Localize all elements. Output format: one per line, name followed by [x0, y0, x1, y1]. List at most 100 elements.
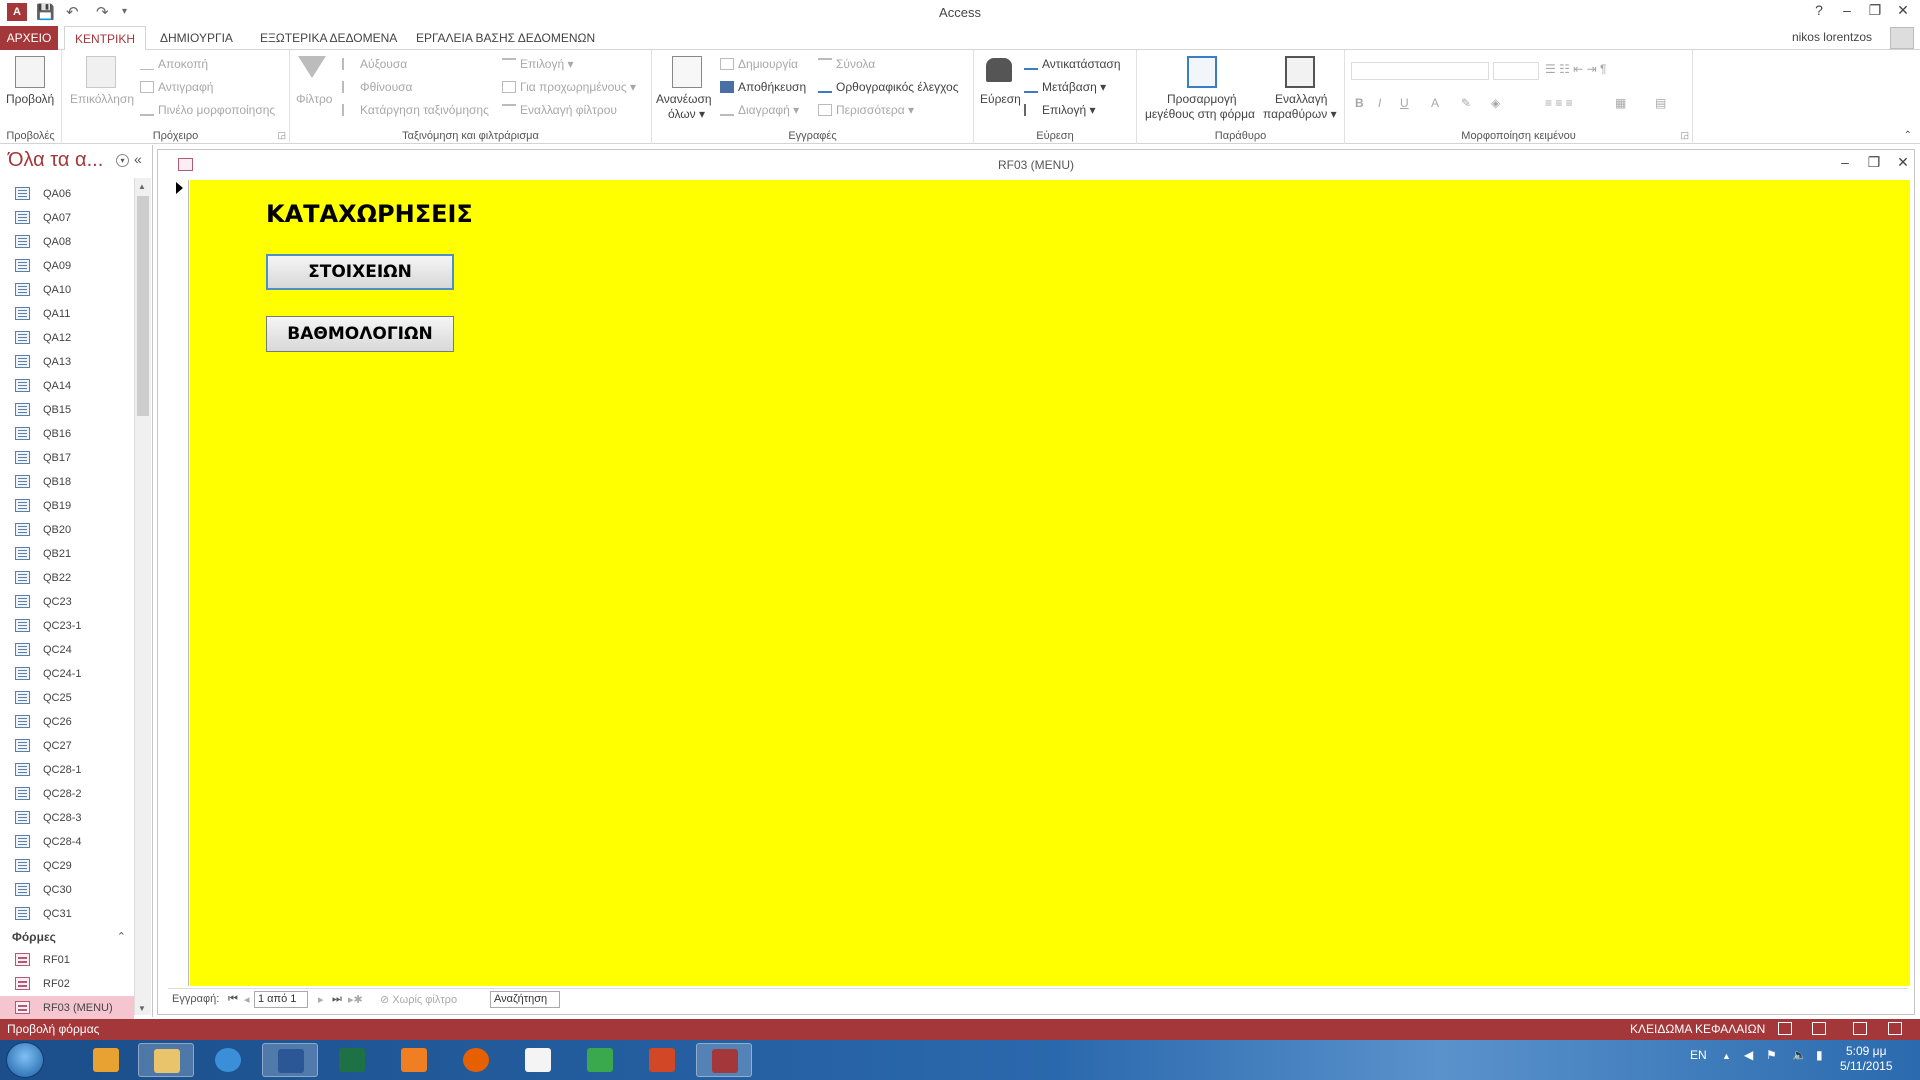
- form-view-icon[interactable]: [1778, 1022, 1792, 1035]
- save-record-button[interactable]: Αποθήκευση: [720, 80, 806, 94]
- more-records-button[interactable]: Περισσότερα ▾: [818, 103, 914, 117]
- tab-database-tools[interactable]: ΕΡΓΑΛΕΙΑ ΒΑΣΗΣ ΔΕΔΟΜΕΝΩΝ: [406, 26, 605, 50]
- restore-button[interactable]: ❐: [1861, 2, 1889, 19]
- view-icon[interactable]: [15, 56, 45, 88]
- nav-query-item[interactable]: QC24: [0, 638, 134, 662]
- start-button-icon[interactable]: [6, 1042, 44, 1078]
- text-formatting-launcher-icon[interactable]: ◲: [1680, 130, 1689, 141]
- power-icon[interactable]: ▮: [1816, 1048, 1823, 1062]
- nav-query-item[interactable]: QB15: [0, 398, 134, 422]
- nav-query-item[interactable]: QB21: [0, 542, 134, 566]
- nav-query-item[interactable]: QC30: [0, 878, 134, 902]
- bold-button[interactable]: B: [1355, 96, 1364, 110]
- size-to-fit-label[interactable]: μεγέθους στη φόρμα: [1145, 107, 1255, 121]
- nav-query-item[interactable]: QB22: [0, 566, 134, 590]
- selection-button[interactable]: Επιλογή ▾: [502, 57, 573, 71]
- refresh-icon[interactable]: [672, 56, 702, 88]
- size-to-fit-button[interactable]: Προσαρμογή: [1167, 92, 1237, 106]
- select-button[interactable]: Επιλογή ▾: [1024, 103, 1095, 117]
- new-blank-record-icon[interactable]: ▸✱: [348, 993, 363, 1006]
- nav-form-item[interactable]: RF03 (MENU): [0, 996, 134, 1020]
- current-record-input[interactable]: 1 από 1: [254, 991, 308, 1008]
- entries-data-button[interactable]: ΣΤΟΙΧΕΙΩΝ: [266, 254, 454, 290]
- align-icons[interactable]: ≡ ≡ ≡: [1545, 96, 1573, 110]
- taskbar-notepad[interactable]: [510, 1043, 566, 1077]
- replace-button[interactable]: Αντικατάσταση: [1024, 57, 1121, 71]
- nav-query-item[interactable]: QA06: [0, 182, 134, 206]
- clock[interactable]: 5:09 μμ 5/11/2015: [1840, 1044, 1893, 1074]
- entries-grades-button[interactable]: ΒΑΘΜΟΛΟΓΙΩΝ: [266, 316, 454, 352]
- nav-query-item[interactable]: QA13: [0, 350, 134, 374]
- sort-ascending-button[interactable]: Αύξουσα: [342, 57, 407, 71]
- font-size-select[interactable]: [1493, 62, 1539, 80]
- goto-button[interactable]: Μετάβαση ▾: [1024, 80, 1106, 94]
- refresh-all-label[interactable]: όλων ▾: [668, 107, 705, 121]
- design-view-icon[interactable]: [1888, 1022, 1902, 1035]
- help-button[interactable]: ?: [1805, 2, 1833, 18]
- nav-query-item[interactable]: QA14: [0, 374, 134, 398]
- spelling-button[interactable]: Ορθογραφικός έλεγχος: [818, 80, 959, 94]
- binoculars-icon[interactable]: [986, 58, 1012, 82]
- nav-query-item[interactable]: QA09: [0, 254, 134, 278]
- taskbar-impress[interactable]: [634, 1043, 690, 1077]
- toggle-filter-button[interactable]: Εναλλαγή φίλτρου: [502, 103, 617, 117]
- nav-form-item[interactable]: RF02: [0, 972, 134, 996]
- nav-title[interactable]: Όλα τα α...: [8, 149, 103, 172]
- collapse-section-icon[interactable]: ⌃: [117, 926, 126, 948]
- language-indicator[interactable]: EN: [1690, 1048, 1707, 1062]
- next-record-icon[interactable]: ▸: [318, 993, 324, 1006]
- nav-dropdown-icon[interactable]: ▾: [116, 154, 129, 167]
- nav-query-item[interactable]: QB17: [0, 446, 134, 470]
- nav-query-item[interactable]: QC24-1: [0, 662, 134, 686]
- tab-home[interactable]: ΚΕΝΤΡΙΚΗ: [64, 26, 147, 51]
- taskbar-word[interactable]: [262, 1043, 318, 1077]
- nav-query-item[interactable]: QA07: [0, 206, 134, 230]
- underline-button[interactable]: U: [1400, 96, 1409, 110]
- switch-windows-icon[interactable]: [1285, 56, 1315, 88]
- taskbar-excel[interactable]: [324, 1043, 380, 1077]
- search-input[interactable]: Αναζήτηση: [490, 991, 560, 1008]
- nav-query-item[interactable]: QA08: [0, 230, 134, 254]
- taskbar-ie[interactable]: [200, 1043, 256, 1077]
- copy-button[interactable]: Αντιγραφή: [140, 80, 213, 94]
- switch-windows-button[interactable]: Εναλλαγή: [1275, 92, 1327, 106]
- sort-descending-button[interactable]: Φθίνουσα: [342, 80, 413, 94]
- font-name-select[interactable]: [1351, 62, 1489, 80]
- form-restore-button[interactable]: ❐: [1862, 154, 1886, 171]
- nav-query-item[interactable]: QC29: [0, 854, 134, 878]
- alternate-row-color-icon[interactable]: ▤: [1655, 96, 1666, 110]
- gridlines-icon[interactable]: ▦: [1615, 96, 1626, 110]
- format-painter-button[interactable]: Πινέλο μορφοποίησης: [140, 103, 275, 117]
- action-center-flag-icon[interactable]: ⚑: [1766, 1048, 1777, 1062]
- nav-query-item[interactable]: QA10: [0, 278, 134, 302]
- tab-file[interactable]: ΑΡΧΕΙΟ: [0, 26, 58, 50]
- media-tray-icon[interactable]: ◀: [1744, 1048, 1753, 1062]
- taskbar-outlook[interactable]: [78, 1043, 134, 1077]
- no-filter-indicator[interactable]: ⊘ Χωρίς φίλτρο: [380, 993, 457, 1006]
- taskbar-access[interactable]: [696, 1043, 752, 1077]
- nav-query-item[interactable]: QB16: [0, 422, 134, 446]
- clipboard-launcher-icon[interactable]: ◲: [277, 130, 286, 141]
- nav-form-item[interactable]: RF01: [0, 948, 134, 972]
- nav-query-item[interactable]: QC23: [0, 590, 134, 614]
- minimize-button[interactable]: –: [1833, 2, 1861, 18]
- volume-icon[interactable]: 🔈: [1792, 1048, 1807, 1062]
- cut-button[interactable]: Αποκοπή: [140, 57, 208, 71]
- highlight-icon[interactable]: ✎: [1461, 96, 1471, 110]
- nav-query-item[interactable]: QC28-4: [0, 830, 134, 854]
- font-color-button[interactable]: A: [1431, 96, 1439, 110]
- nav-query-item[interactable]: QA12: [0, 326, 134, 350]
- last-record-icon[interactable]: ⏭: [332, 993, 342, 1006]
- delete-record-button[interactable]: Διαγραφή ▾: [720, 103, 799, 117]
- nav-query-item[interactable]: QC26: [0, 710, 134, 734]
- user-name[interactable]: nikos lorentzos: [1792, 30, 1872, 44]
- italic-button[interactable]: I: [1378, 96, 1381, 110]
- nav-query-item[interactable]: QA11: [0, 302, 134, 326]
- scroll-up-icon[interactable]: ▲: [138, 182, 146, 191]
- paste-icon[interactable]: [86, 56, 116, 88]
- form-minimize-button[interactable]: –: [1833, 154, 1857, 170]
- form-close-button[interactable]: ✕: [1891, 154, 1915, 171]
- taskbar-explorer[interactable]: [138, 1043, 194, 1077]
- scroll-down-icon[interactable]: ▼: [138, 1004, 146, 1013]
- view-button[interactable]: Προβολή: [6, 92, 54, 106]
